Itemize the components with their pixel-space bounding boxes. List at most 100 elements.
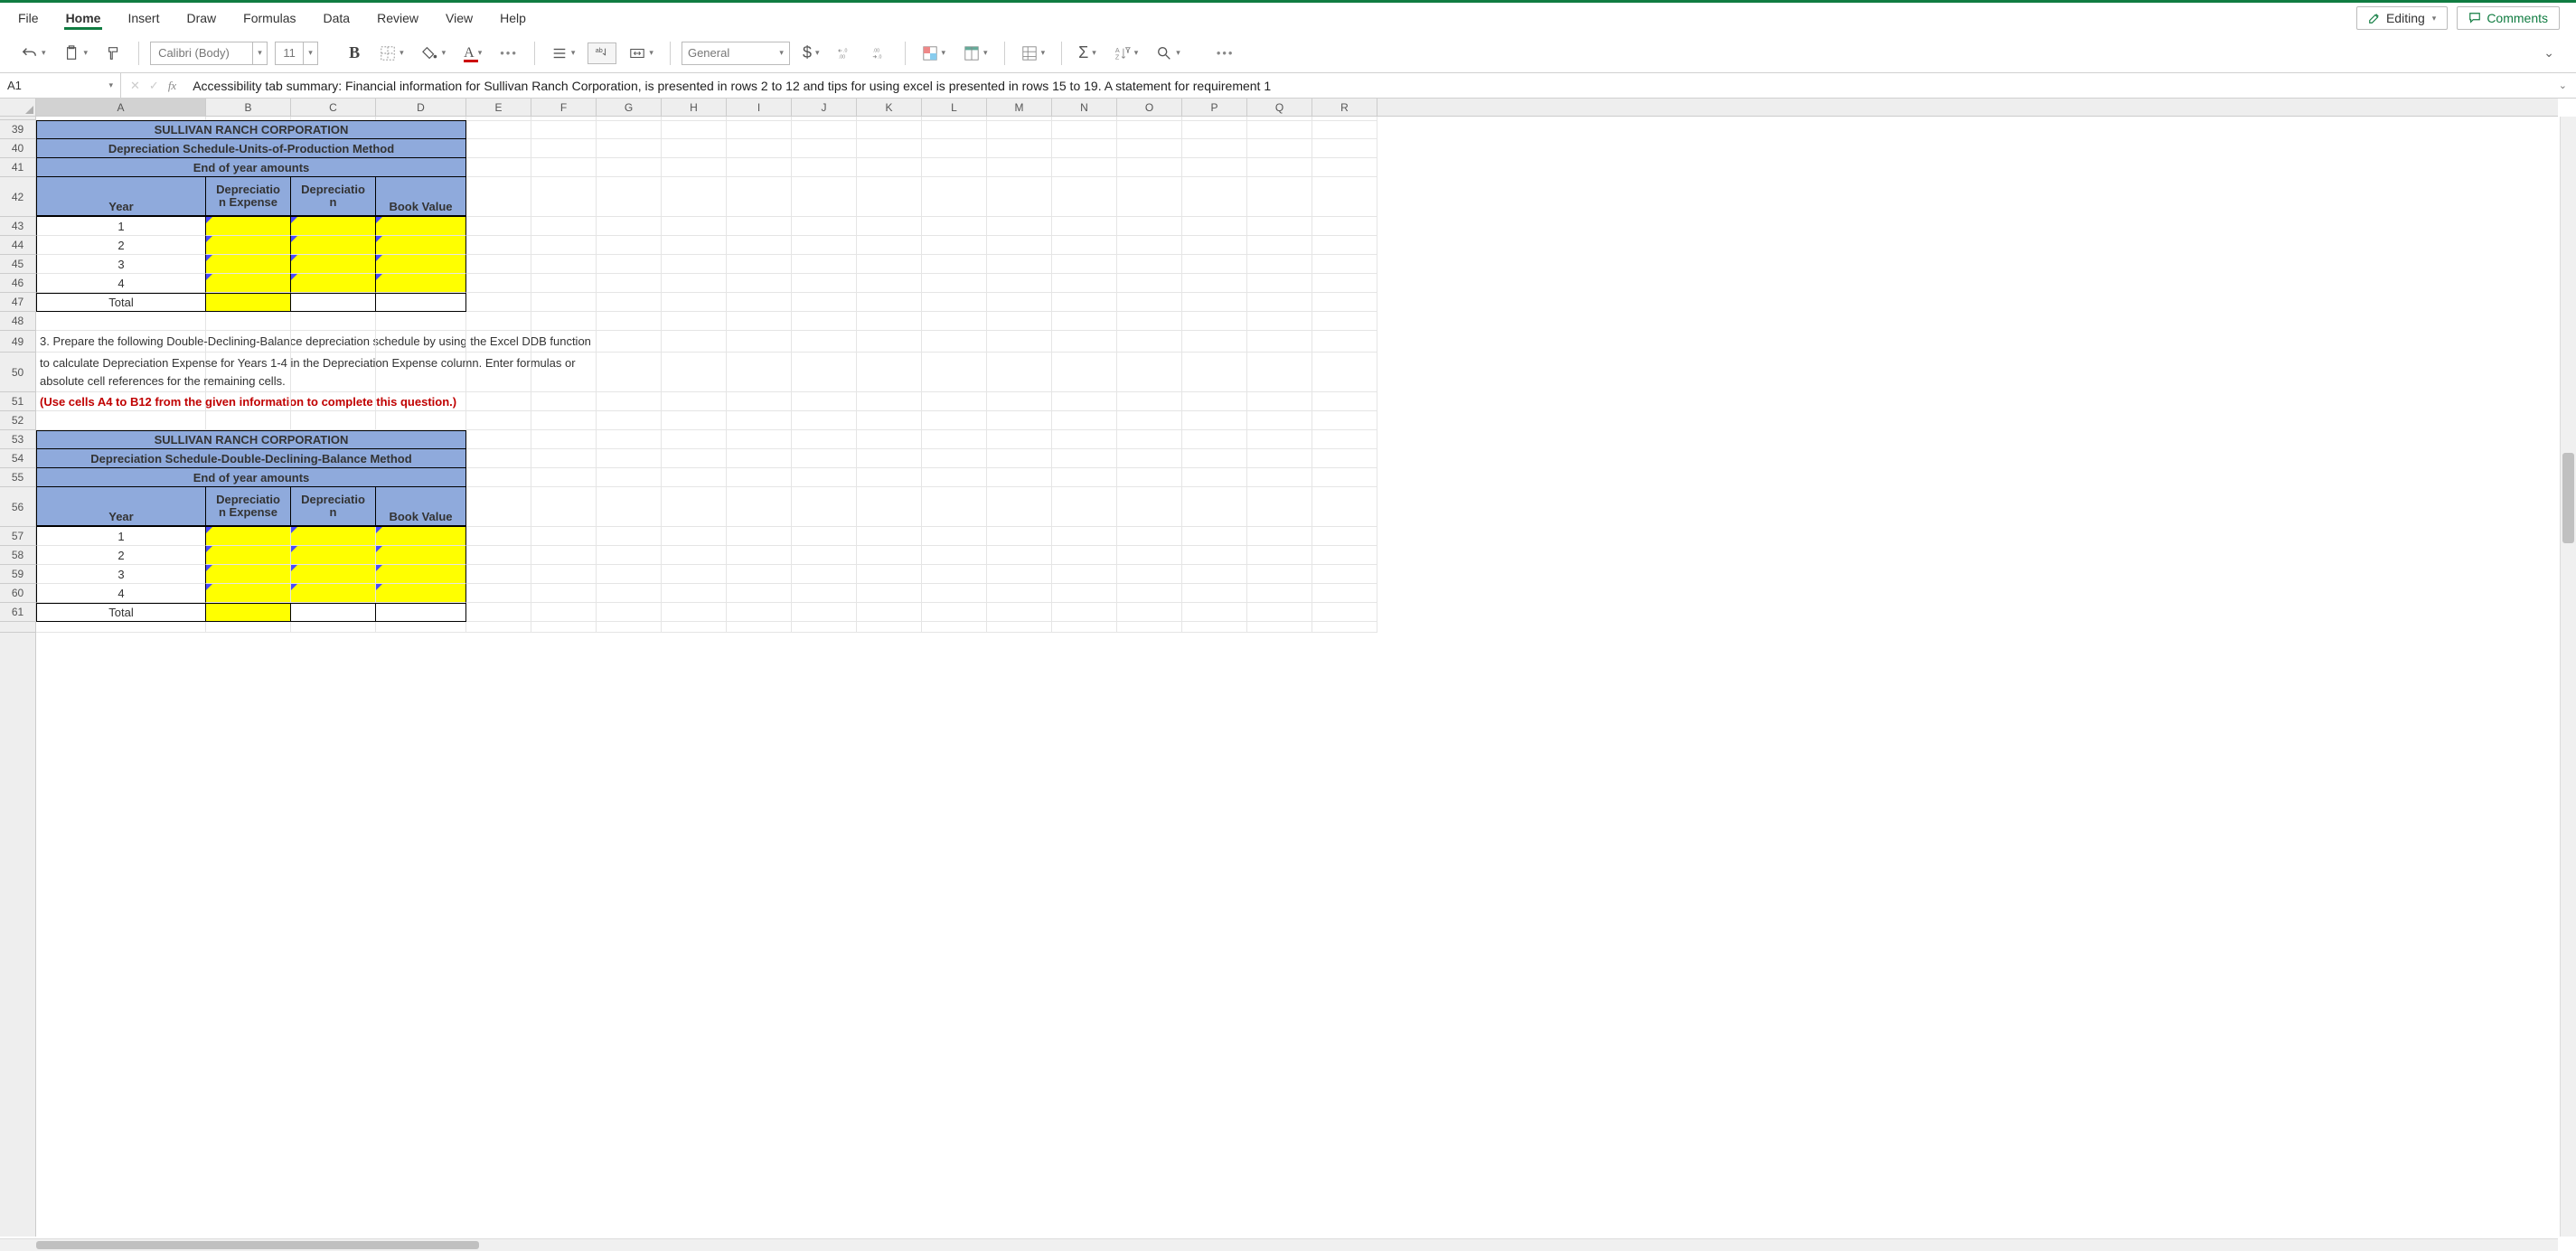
cell[interactable] bbox=[1182, 331, 1247, 353]
cell[interactable] bbox=[206, 274, 291, 293]
borders-button[interactable]: ▾ bbox=[374, 42, 409, 65]
col-header-O[interactable]: O bbox=[1117, 99, 1182, 116]
menu-review[interactable]: Review bbox=[375, 7, 420, 29]
cell[interactable] bbox=[291, 274, 376, 293]
col-header-L[interactable]: L bbox=[922, 99, 987, 116]
cell[interactable] bbox=[531, 603, 597, 622]
cell[interactable] bbox=[376, 584, 466, 603]
cell[interactable] bbox=[531, 139, 597, 158]
column-headers[interactable]: ABCDEFGHIJKLMNOPQR bbox=[36, 99, 2558, 117]
cell[interactable] bbox=[662, 312, 727, 331]
row-header-59[interactable]: 59 bbox=[0, 565, 35, 584]
cell[interactable] bbox=[727, 217, 792, 236]
format-painter-button[interactable] bbox=[100, 42, 127, 65]
cell[interactable] bbox=[922, 353, 987, 392]
cell[interactable] bbox=[1312, 468, 1377, 487]
cell[interactable] bbox=[531, 312, 597, 331]
cell[interactable] bbox=[1052, 546, 1117, 565]
row-header-41[interactable]: 41 bbox=[0, 158, 35, 177]
row-header-62[interactable] bbox=[0, 622, 35, 633]
cell[interactable] bbox=[376, 527, 466, 546]
cell[interactable] bbox=[1247, 353, 1312, 392]
col-header-B[interactable]: B bbox=[206, 99, 291, 116]
cell[interactable] bbox=[792, 217, 857, 236]
cell[interactable] bbox=[987, 139, 1052, 158]
cell[interactable] bbox=[987, 392, 1052, 411]
cell[interactable] bbox=[922, 312, 987, 331]
menu-insert[interactable]: Insert bbox=[126, 7, 161, 29]
undo-button[interactable]: ▾ bbox=[16, 42, 52, 65]
wrap-text-button[interactable]: ab bbox=[588, 42, 616, 64]
cell[interactable] bbox=[466, 584, 531, 603]
cell[interactable] bbox=[466, 430, 531, 449]
ribbon-collapse-button[interactable]: ⌄ bbox=[2538, 42, 2560, 64]
cell[interactable] bbox=[206, 312, 291, 331]
cell[interactable]: 3. Prepare the following Double-Declinin… bbox=[36, 331, 206, 353]
row-header-53[interactable]: 53 bbox=[0, 430, 35, 449]
cell[interactable] bbox=[1117, 487, 1182, 527]
cell[interactable] bbox=[987, 293, 1052, 312]
cell[interactable] bbox=[1182, 255, 1247, 274]
cell[interactable] bbox=[1052, 255, 1117, 274]
menu-view[interactable]: View bbox=[444, 7, 475, 29]
cell[interactable] bbox=[727, 603, 792, 622]
cell[interactable] bbox=[662, 353, 727, 392]
cell[interactable] bbox=[1312, 487, 1377, 527]
cell[interactable] bbox=[727, 120, 792, 139]
cell[interactable] bbox=[1117, 331, 1182, 353]
cell[interactable] bbox=[792, 584, 857, 603]
cell[interactable] bbox=[466, 353, 531, 392]
cell[interactable] bbox=[597, 312, 662, 331]
cell[interactable] bbox=[597, 158, 662, 177]
cell[interactable] bbox=[1117, 584, 1182, 603]
cell[interactable] bbox=[857, 293, 922, 312]
cell[interactable] bbox=[922, 293, 987, 312]
cell[interactable] bbox=[531, 411, 597, 430]
cell[interactable] bbox=[922, 274, 987, 293]
cell[interactable] bbox=[922, 527, 987, 546]
cell[interactable] bbox=[1312, 449, 1377, 468]
cell[interactable] bbox=[727, 411, 792, 430]
cell[interactable] bbox=[291, 411, 376, 430]
row-header-60[interactable]: 60 bbox=[0, 584, 35, 603]
cell[interactable] bbox=[531, 622, 597, 633]
cell[interactable] bbox=[597, 603, 662, 622]
cell[interactable] bbox=[1182, 546, 1247, 565]
cell[interactable] bbox=[922, 584, 987, 603]
cell[interactable] bbox=[1247, 603, 1312, 622]
cell[interactable] bbox=[727, 392, 792, 411]
cell[interactable] bbox=[1247, 255, 1312, 274]
cell[interactable] bbox=[1247, 565, 1312, 584]
cell[interactable] bbox=[1247, 392, 1312, 411]
cell[interactable] bbox=[662, 430, 727, 449]
cell[interactable] bbox=[1312, 430, 1377, 449]
cell[interactable] bbox=[857, 584, 922, 603]
cell[interactable] bbox=[531, 392, 597, 411]
cell[interactable] bbox=[376, 603, 466, 622]
cell[interactable] bbox=[727, 353, 792, 392]
col-header-N[interactable]: N bbox=[1052, 99, 1117, 116]
cell[interactable] bbox=[1052, 139, 1117, 158]
font-size-input[interactable] bbox=[276, 42, 303, 64]
col-header-A[interactable]: A bbox=[36, 99, 206, 116]
cell[interactable] bbox=[1312, 236, 1377, 255]
cell[interactable] bbox=[1312, 546, 1377, 565]
row-header-44[interactable]: 44 bbox=[0, 236, 35, 255]
cell[interactable] bbox=[597, 177, 662, 217]
cell[interactable] bbox=[1117, 622, 1182, 633]
font-name-input[interactable] bbox=[151, 42, 252, 64]
cell[interactable] bbox=[987, 449, 1052, 468]
cell[interactable] bbox=[466, 217, 531, 236]
font-size-select[interactable]: ▾ bbox=[275, 42, 318, 65]
cell[interactable] bbox=[376, 622, 466, 633]
cell[interactable] bbox=[922, 255, 987, 274]
cell[interactable] bbox=[792, 177, 857, 217]
cell[interactable]: 3 bbox=[36, 565, 206, 584]
cell[interactable] bbox=[662, 411, 727, 430]
cell[interactable] bbox=[1182, 411, 1247, 430]
cell[interactable] bbox=[662, 158, 727, 177]
cell[interactable]: 2 bbox=[36, 546, 206, 565]
cell[interactable] bbox=[206, 565, 291, 584]
cell[interactable] bbox=[1312, 353, 1377, 392]
cell[interactable] bbox=[1117, 603, 1182, 622]
